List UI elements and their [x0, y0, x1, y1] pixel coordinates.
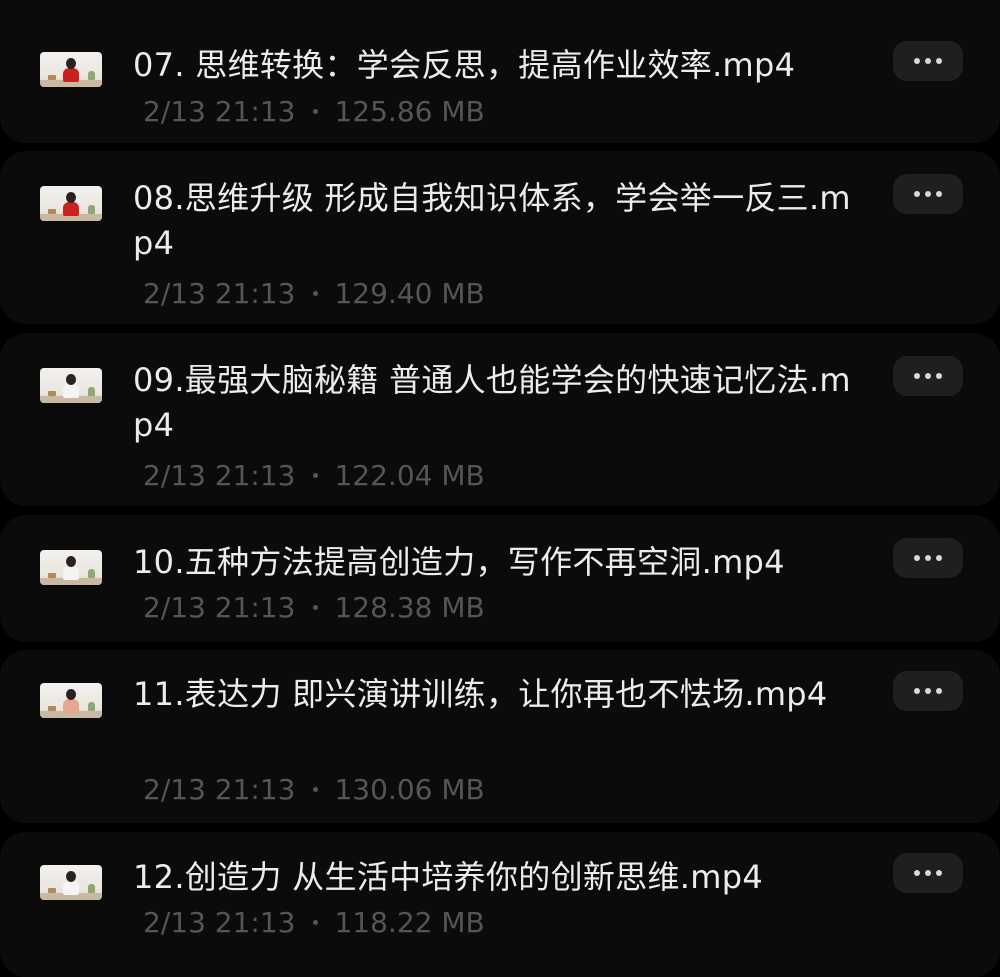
file-meta: 2/13 21:13 118.22 MB — [143, 907, 485, 939]
file-name: 12.创造力 从生活中培养你的创新思维.mp4 — [133, 858, 763, 896]
more-options-button[interactable] — [893, 41, 963, 81]
video-thumbnail-icon — [40, 865, 102, 900]
file-size: 122.04 MB — [334, 459, 485, 492]
file-list: 07. 思维转换：学会反思，提高作业效率.mp4 2/13 21:13 125.8… — [0, 0, 1000, 977]
file-meta: 2/13 21:13 122.04 MB — [143, 460, 485, 492]
file-item[interactable]: 08.思维升级 形成自我知识体系，学会举一反三.mp4 2/13 21:13 12… — [0, 151, 1000, 324]
file-date: 2/13 21:13 — [143, 773, 296, 806]
video-thumbnail-icon — [40, 368, 102, 403]
file-date: 2/13 21:13 — [143, 95, 296, 128]
file-size: 130.06 MB — [334, 773, 485, 806]
video-thumbnail-icon — [40, 186, 102, 221]
file-item[interactable]: 09.最强大脑秘籍 普通人也能学会的快速记忆法.mp4 2/13 21:13 12… — [0, 333, 1000, 506]
file-size: 129.40 MB — [334, 277, 485, 310]
file-item[interactable]: 12.创造力 从生活中培养你的创新思维.mp4 2/13 21:13 118.22… — [0, 832, 1000, 977]
more-horizontal-icon — [914, 688, 920, 694]
separator-dot-icon — [313, 786, 319, 792]
more-options-button[interactable] — [893, 356, 963, 396]
separator-dot-icon — [313, 290, 319, 296]
file-date: 2/13 21:13 — [143, 906, 296, 939]
more-options-button[interactable] — [893, 174, 963, 214]
video-thumbnail-icon — [40, 52, 102, 87]
file-item[interactable]: 10.五种方法提高创造力，写作不再空洞.mp4 2/13 21:13 128.38… — [0, 515, 1000, 642]
file-date: 2/13 21:13 — [143, 591, 296, 624]
file-item[interactable]: 11.表达力 即兴演讲训练，让你再也不怯场.mp4 2/13 21:13 130.… — [0, 650, 1000, 823]
file-date: 2/13 21:13 — [143, 277, 296, 310]
file-size: 128.38 MB — [334, 591, 485, 624]
file-name: 10.五种方法提高创造力，写作不再空洞.mp4 — [133, 543, 785, 581]
more-options-button[interactable] — [893, 671, 963, 711]
file-meta: 2/13 21:13 130.06 MB — [143, 774, 485, 806]
more-horizontal-icon — [914, 870, 920, 876]
file-name: 08.思维升级 形成自我知识体系，学会举一反三.mp4 — [133, 179, 851, 262]
file-name: 07. 思维转换：学会反思，提高作业效率.mp4 — [133, 46, 796, 84]
more-horizontal-icon — [914, 191, 920, 197]
file-item[interactable]: 07. 思维转换：学会反思，提高作业效率.mp4 2/13 21:13 125.8… — [0, 0, 1000, 143]
more-options-button[interactable] — [893, 853, 963, 893]
file-name: 09.最强大脑秘籍 普通人也能学会的快速记忆法.mp4 — [133, 361, 851, 444]
separator-dot-icon — [313, 919, 319, 925]
separator-dot-icon — [313, 604, 319, 610]
separator-dot-icon — [313, 472, 319, 478]
file-meta: 2/13 21:13 125.86 MB — [143, 96, 485, 128]
video-thumbnail-icon — [40, 550, 102, 585]
more-options-button[interactable] — [893, 538, 963, 578]
more-horizontal-icon — [914, 58, 920, 64]
separator-dot-icon — [313, 108, 319, 114]
file-size: 118.22 MB — [334, 906, 485, 939]
video-thumbnail-icon — [40, 683, 102, 718]
more-horizontal-icon — [914, 555, 920, 561]
file-size: 125.86 MB — [334, 95, 485, 128]
file-meta: 2/13 21:13 128.38 MB — [143, 592, 485, 624]
file-meta: 2/13 21:13 129.40 MB — [143, 278, 485, 310]
file-date: 2/13 21:13 — [143, 459, 296, 492]
more-horizontal-icon — [914, 373, 920, 379]
file-name: 11.表达力 即兴演讲训练，让你再也不怯场.mp4 — [133, 675, 828, 713]
